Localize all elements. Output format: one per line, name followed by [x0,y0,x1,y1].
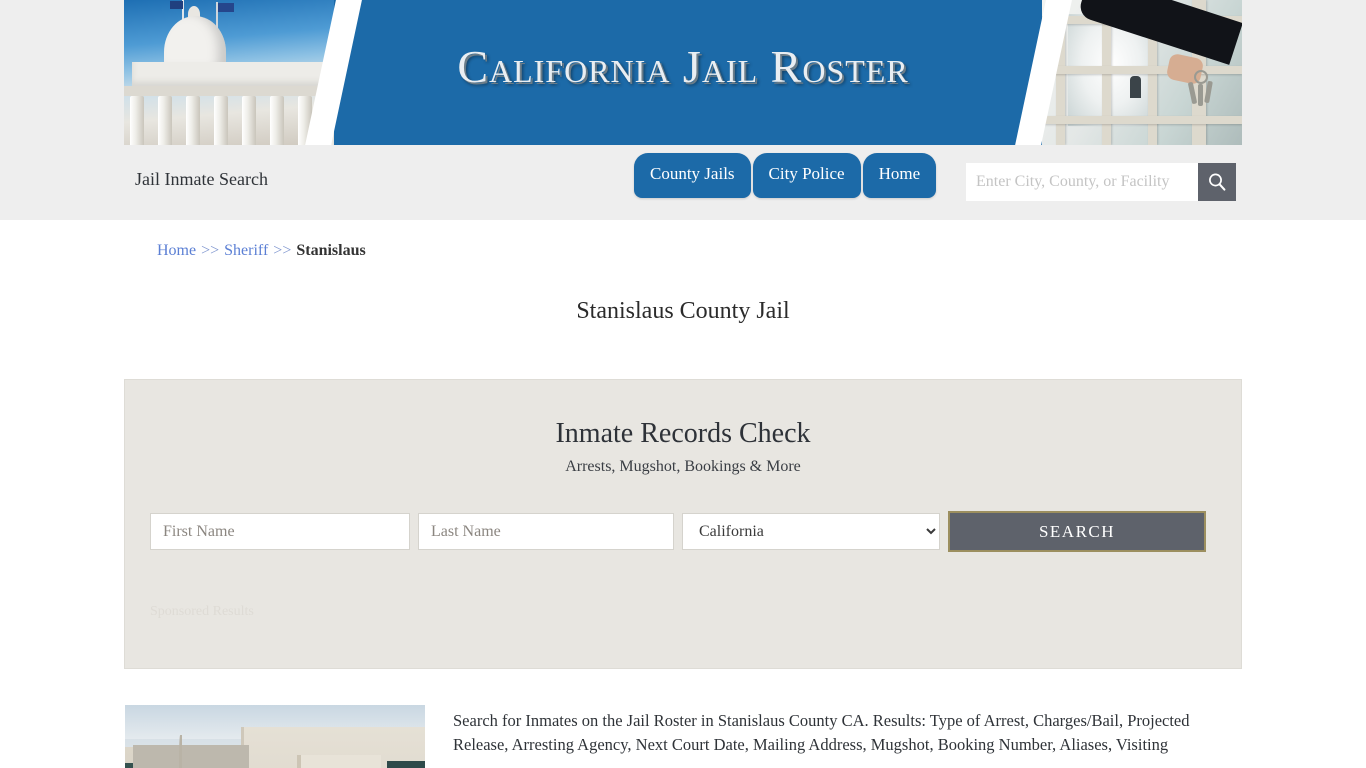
main-content: Home >> Sheriff >> Stanislaus Stanislaus Cou… [124,220,1242,768]
building-light-pole [179,735,182,768]
nav-tab-home[interactable]: Home [862,153,937,198]
search-icon [1209,173,1226,191]
inmate-records-panel: Inmate Records Check Arrests, Mugshot, B… [124,379,1242,669]
header-search [966,163,1236,201]
article-body: Search for Inmates on the Jail Roster in… [453,711,1190,754]
navigation-bar: Jail Inmate Search County Jails City Pol… [124,145,1242,220]
inmate-search-button[interactable]: SEARCH [948,511,1206,552]
jail-bar-horizontal [1042,116,1242,124]
header-search-input[interactable] [966,163,1198,201]
breadcrumb-separator: >> [201,242,220,259]
building-wall-panel [297,755,381,768]
capitol-columns [130,96,334,145]
jail-facility-image [125,705,425,768]
building-window [387,761,425,768]
header-search-button[interactable] [1198,163,1236,201]
page-title: Stanislaus County Jail [576,298,790,324]
flag-icon [218,3,234,12]
top-band: California Jail Roster Jail Inmate Searc… [0,0,1366,220]
panel-title: Inmate Records Check [555,418,811,449]
panel-subtitle: Arrests, Mugshot, Bookings & More [565,458,801,475]
breadcrumb-current: Stanislaus [296,242,366,259]
breadcrumb-link-home[interactable]: Home [157,242,196,259]
site-brand: Jail Inmate Search [135,169,268,189]
first-name-input[interactable] [150,513,410,550]
flag-secondary-icon [170,1,183,9]
site-header-banner: California Jail Roster [124,0,1242,145]
state-select[interactable]: California [682,513,940,550]
nav-tabs: County Jails City Police Home [634,153,938,198]
sponsored-results-label: Sponsored Results [150,604,254,619]
building-canopy [133,745,249,768]
breadcrumb-separator: >> [273,242,292,259]
nav-tab-county-jails[interactable]: County Jails [634,153,751,198]
last-name-input[interactable] [418,513,674,550]
article-section: Search for Inmates on the Jail Roster in… [124,669,1242,768]
banner-title: California Jail Roster [457,41,909,92]
nav-tab-city-police[interactable]: City Police [752,153,861,198]
inmate-search-form: California SEARCH [125,476,1241,552]
breadcrumb-link-sheriff[interactable]: Sheriff [224,242,268,259]
breadcrumb: Home >> Sheriff >> Stanislaus [124,220,1242,260]
